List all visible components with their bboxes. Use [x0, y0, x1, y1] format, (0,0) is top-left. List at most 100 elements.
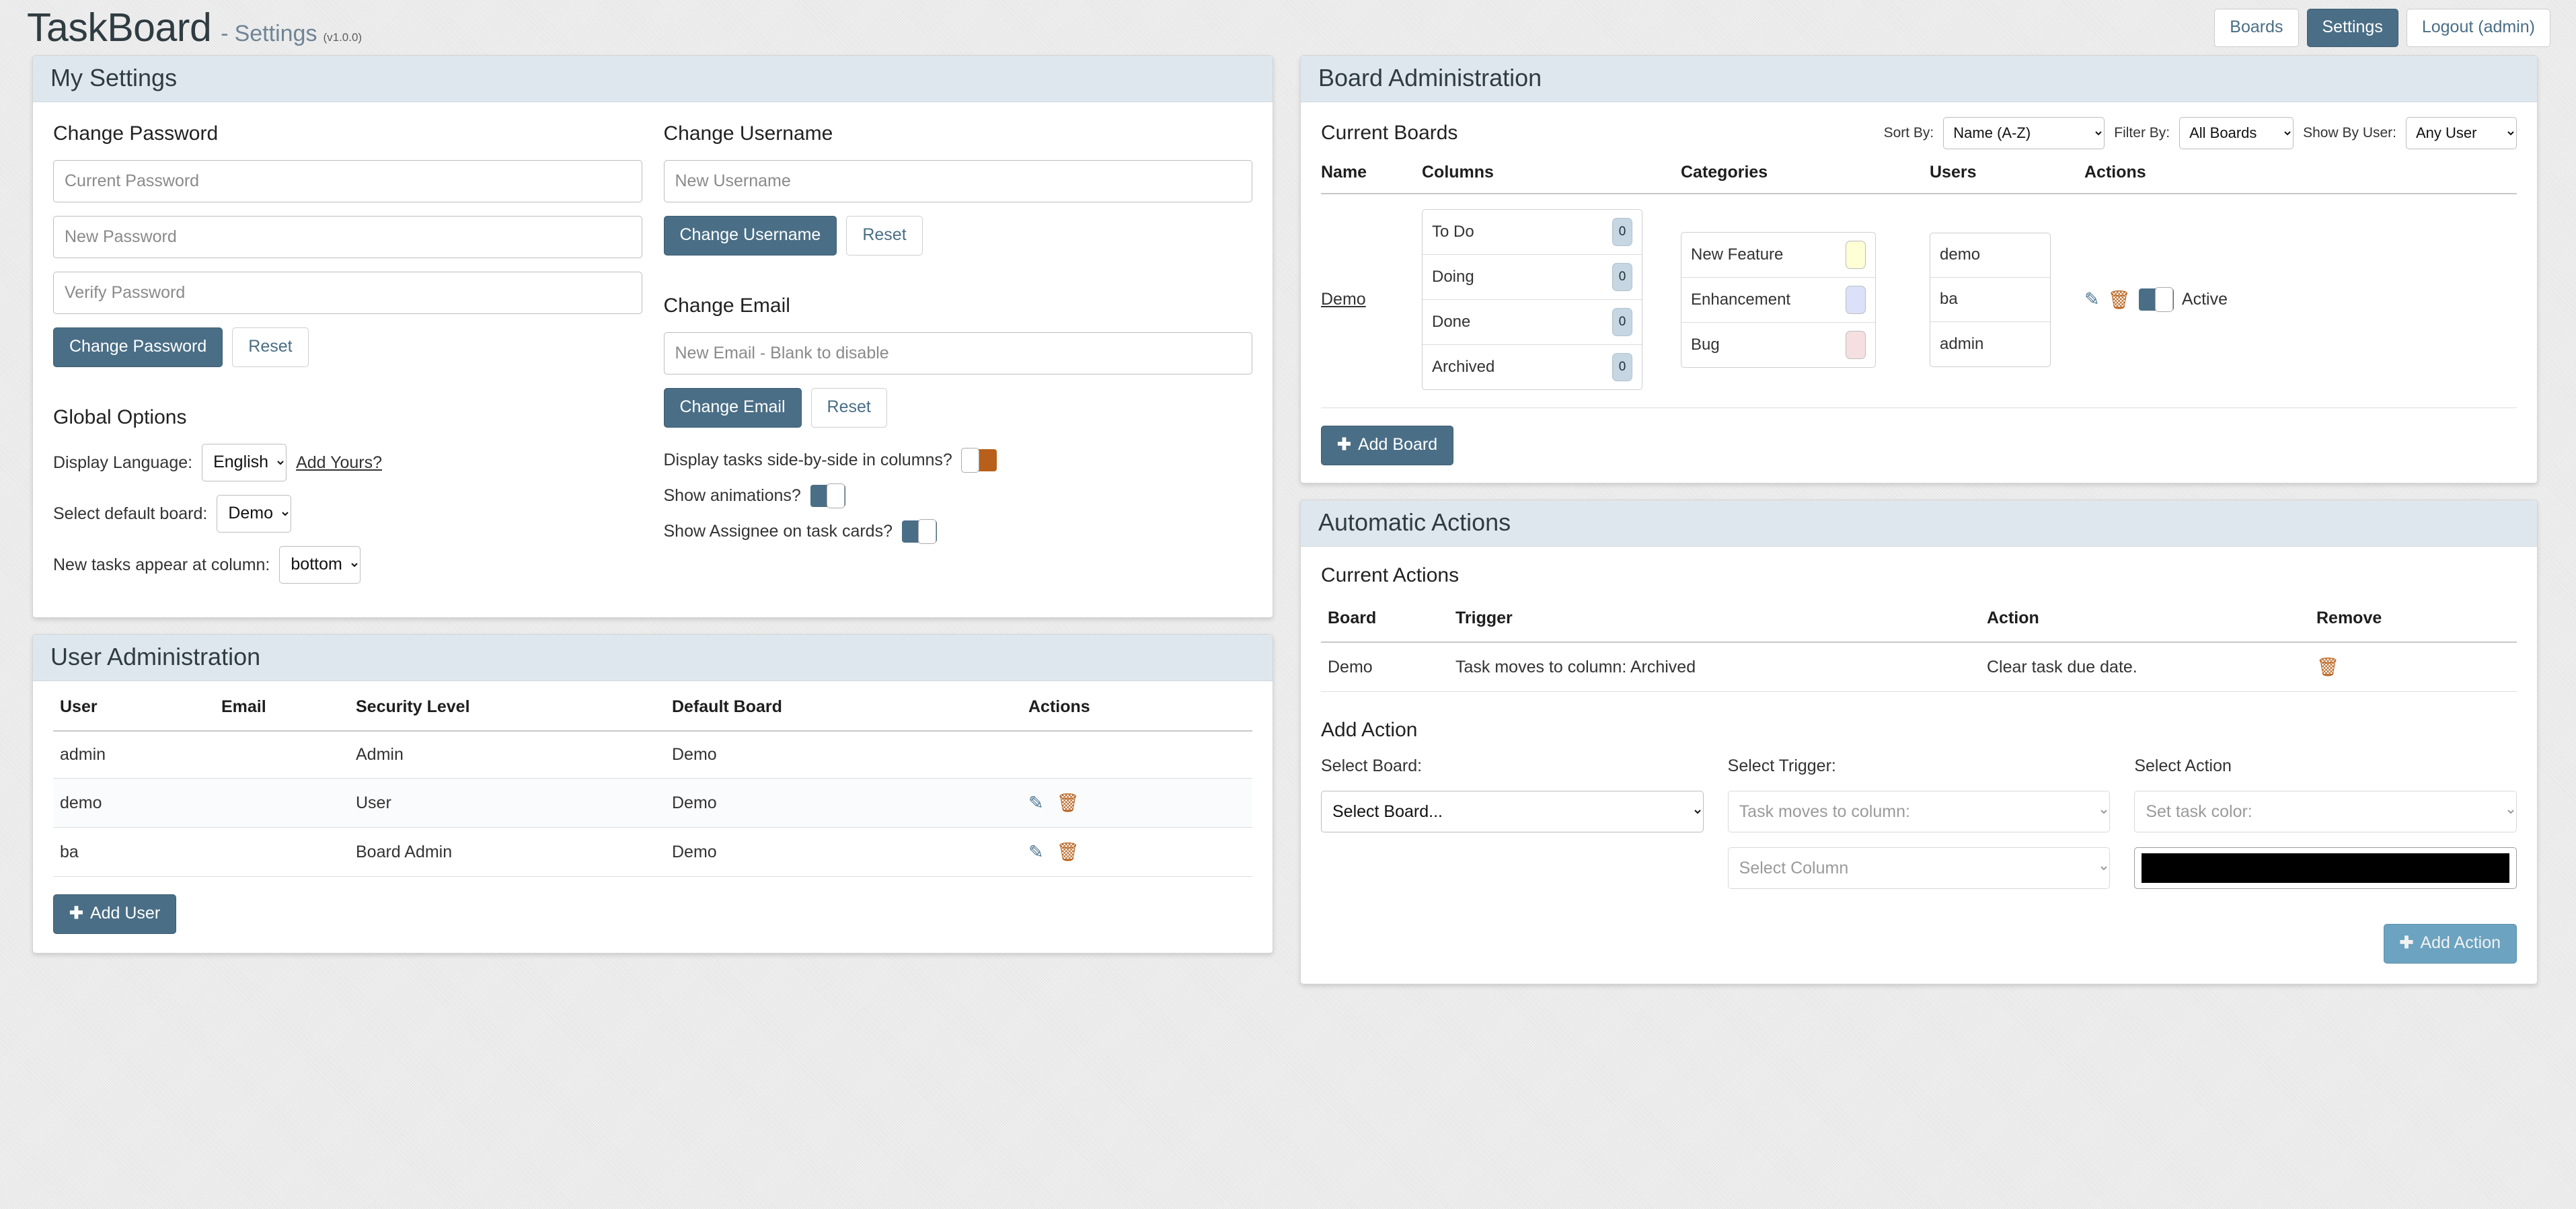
current-password-input[interactable]: [53, 160, 642, 202]
change-email-button[interactable]: Change Email: [663, 388, 802, 428]
current-actions-label: Current Actions: [1321, 564, 1460, 586]
list-item[interactable]: To Do 0: [1423, 210, 1642, 255]
change-username-button[interactable]: Change Username: [663, 216, 837, 256]
category-color-swatch: [1846, 240, 1866, 269]
toggle-side-by-side[interactable]: [960, 448, 997, 473]
col-board-users: Users: [1930, 163, 1977, 182]
board-administration-panel: Board Administration Current Boards Sort…: [1300, 55, 2538, 483]
plus-icon: ✚: [2399, 933, 2414, 952]
automatic-actions-header: Automatic Actions: [1301, 500, 2537, 547]
new-password-input[interactable]: [53, 216, 642, 258]
list-item[interactable]: admin: [1930, 322, 2050, 366]
user-table-header-row: User Email Security Level Default Board …: [53, 691, 1252, 732]
select-trigger-dropdown[interactable]: Task moves to column:: [1727, 791, 2111, 832]
col-actions: Actions: [1022, 691, 1252, 732]
column-count-badge: 0: [1612, 353, 1632, 381]
select-board-dropdown[interactable]: Select Board...: [1321, 791, 1704, 832]
nav-boards-button[interactable]: Boards: [2214, 8, 2299, 47]
category-color-swatch: [1846, 330, 1866, 359]
add-board-label: Add Board: [1357, 435, 1438, 454]
new-username-input[interactable]: [663, 160, 1252, 202]
my-settings-body: Change Password Change Password Reset Gl…: [33, 102, 1273, 617]
cell-actions: [1022, 731, 1252, 779]
show-by-user-select[interactable]: Any User: [2406, 117, 2517, 149]
nav-logout-button[interactable]: Logout (admin): [2406, 8, 2550, 47]
board-active-label: Active: [2181, 290, 2228, 309]
toggle-row-assignee: Show Assignee on task cards?: [663, 519, 1253, 544]
new-tasks-column-select[interactable]: bottom: [279, 546, 361, 584]
list-item[interactable]: Enhancement: [1681, 278, 1875, 323]
select-action-dropdown[interactable]: Set task color:: [2134, 791, 2517, 832]
right-column: Board Administration Current Boards Sort…: [1300, 55, 2538, 984]
list-item[interactable]: demo: [1930, 233, 2050, 278]
toggle-label-assignee: Show Assignee on task cards?: [663, 522, 893, 541]
toggle-label-side-by-side: Display tasks side-by-side in columns?: [663, 451, 952, 469]
list-item[interactable]: Done 0: [1423, 300, 1642, 345]
delete-user-icon[interactable]: 🗑: [1057, 792, 1079, 814]
list-item[interactable]: New Feature: [1681, 233, 1875, 278]
edit-board-icon[interactable]: ✎: [2084, 289, 2100, 310]
default-board-label: Select default board:: [53, 504, 208, 523]
column-count-badge: 0: [1612, 263, 1632, 291]
add-yours-link[interactable]: Add Yours?: [296, 453, 382, 473]
category-name: Enhancement: [1691, 290, 1791, 309]
filter-by-select[interactable]: All Boards: [2179, 117, 2294, 149]
reset-email-button[interactable]: Reset: [810, 388, 887, 428]
col-action-trigger: Trigger: [1449, 602, 1980, 643]
cell-board: Demo: [665, 731, 1022, 779]
automatic-actions-body: Current Actions Board Trigger Action Rem…: [1301, 547, 2537, 984]
add-action-footer: ✚ Add Action: [1321, 924, 2517, 964]
col-board-actions: Actions: [2084, 163, 2146, 182]
display-language-select[interactable]: English: [202, 444, 287, 481]
sort-by-select[interactable]: Name (A-Z): [1943, 117, 2105, 149]
toggle-animations[interactable]: [810, 483, 845, 508]
default-board-select[interactable]: Demo: [217, 495, 292, 533]
verify-password-input[interactable]: [53, 272, 642, 314]
change-password-button[interactable]: Change Password: [53, 327, 223, 367]
add-board-button[interactable]: ✚ Add Board: [1321, 426, 1454, 465]
board-administration-header: Board Administration: [1301, 56, 2537, 102]
delete-user-icon[interactable]: 🗑: [1057, 841, 1079, 863]
table-row: Demo Task moves to column: Archived Clea…: [1321, 642, 2517, 692]
add-user-button[interactable]: ✚ Add User: [53, 894, 177, 934]
my-settings-title: My Settings: [50, 64, 178, 91]
cell-board: Demo: [665, 827, 1022, 877]
delete-action-icon[interactable]: 🗑: [2316, 656, 2339, 678]
column-count-badge: 0: [1612, 308, 1632, 336]
add-action-action-col: Select Action Set task color:: [2134, 756, 2517, 904]
user-administration-body: User Email Security Level Default Board …: [33, 681, 1273, 953]
toggle-knob: [960, 448, 979, 473]
cell-actions: ✎ 🗑: [1022, 827, 1252, 877]
edit-user-icon[interactable]: ✎: [1028, 793, 1044, 814]
nav-settings-button[interactable]: Settings: [2306, 8, 2398, 47]
version-label: (v1.0.0): [323, 30, 363, 44]
list-item[interactable]: Bug: [1681, 323, 1875, 367]
main-nav: Boards Settings Logout (admin): [2214, 8, 2550, 47]
action-color-picker[interactable]: [2134, 847, 2517, 889]
user-administration-panel: User Administration User Email Security …: [32, 634, 1273, 953]
board-name-link[interactable]: Demo: [1321, 290, 1366, 309]
user-table: User Email Security Level Default Board …: [53, 691, 1252, 877]
board-users-list: demo ba admin: [1930, 232, 2051, 367]
new-email-input[interactable]: [663, 332, 1252, 375]
select-column-dropdown[interactable]: Select Column: [1727, 847, 2111, 889]
reset-password-button[interactable]: Reset: [232, 327, 309, 367]
column-name: Archived: [1432, 358, 1495, 376]
delete-board-icon[interactable]: 🗑: [2108, 289, 2131, 311]
edit-user-icon[interactable]: ✎: [1028, 842, 1044, 863]
filter-by-label: Filter By:: [2114, 125, 2170, 141]
list-item[interactable]: Doing 0: [1423, 255, 1642, 300]
select-action-label: Select Action: [2134, 756, 2232, 775]
board-active-toggle[interactable]: [2138, 287, 2174, 312]
board-user-name: ba: [1940, 290, 1958, 308]
display-language-label: Display Language:: [53, 453, 193, 472]
col-action-action: Action: [1980, 602, 2310, 643]
list-item[interactable]: Archived 0: [1423, 345, 1642, 389]
list-item[interactable]: ba: [1930, 278, 2050, 322]
col-action-board: Board: [1321, 602, 1449, 643]
cell-action-board: Demo: [1321, 642, 1449, 692]
cell-user: ba: [53, 827, 215, 877]
toggle-assignee[interactable]: [901, 519, 937, 544]
add-action-button[interactable]: ✚ Add Action: [2383, 924, 2517, 964]
reset-username-button[interactable]: Reset: [846, 216, 923, 256]
